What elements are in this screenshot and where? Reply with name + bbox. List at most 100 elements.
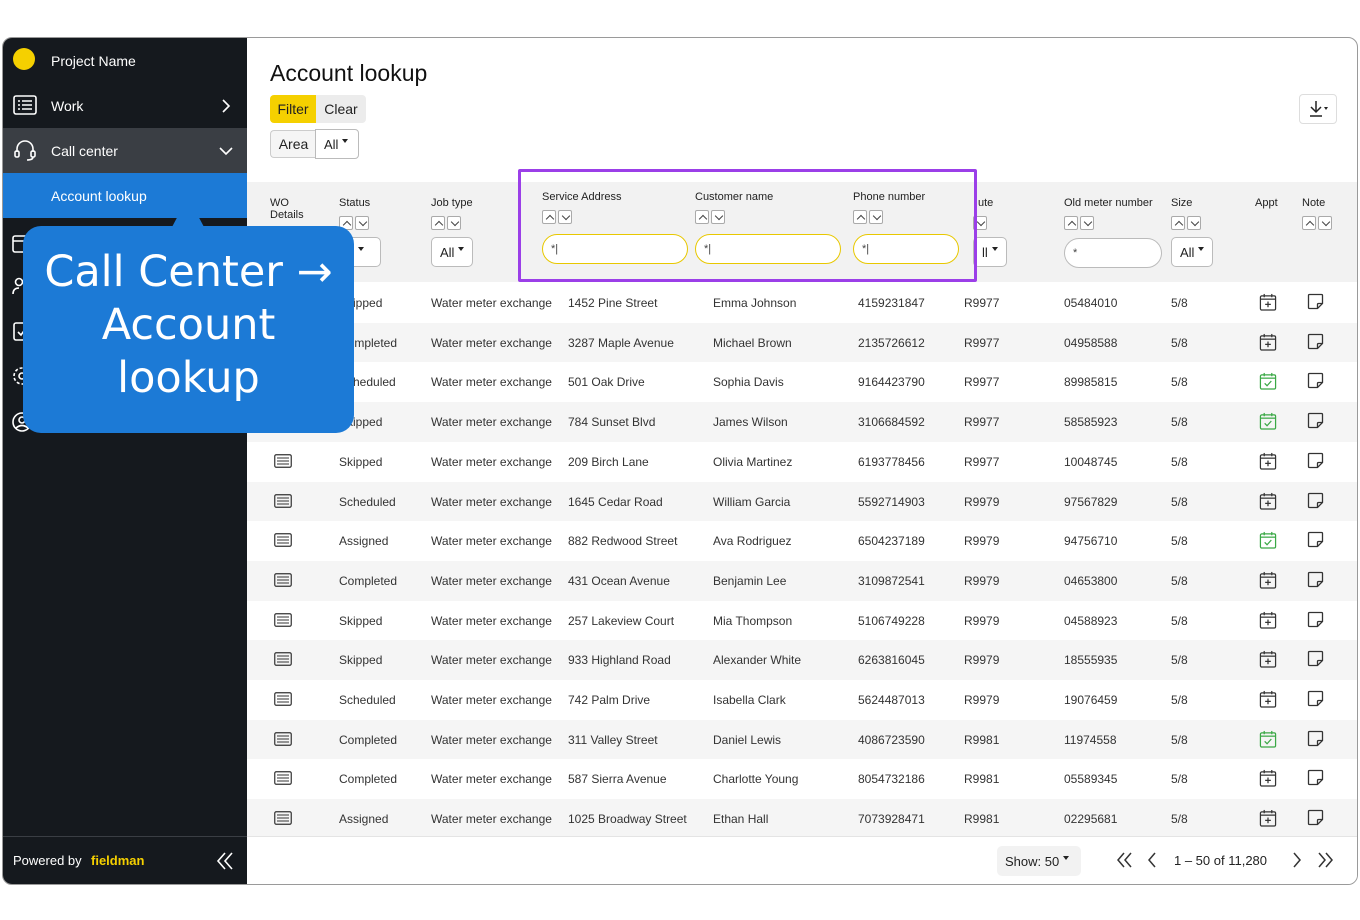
- cell-phone: 6504237189: [858, 534, 925, 549]
- meter-filter-input[interactable]: *: [1064, 238, 1162, 268]
- wo-details-icon[interactable]: [274, 612, 292, 627]
- phone-filter-input[interactable]: *|: [853, 234, 959, 264]
- sidebar-item-call-center[interactable]: Call center: [3, 128, 247, 173]
- note-icon[interactable]: [1307, 372, 1324, 389]
- address-sort[interactable]: [542, 210, 572, 224]
- first-page-icon[interactable]: [1116, 852, 1134, 868]
- note-sort[interactable]: [1302, 216, 1332, 230]
- route-sort[interactable]: [973, 216, 987, 230]
- download-icon: [1310, 101, 1328, 117]
- callout-pointer: [172, 197, 204, 227]
- wo-details-icon[interactable]: [274, 652, 292, 667]
- note-icon[interactable]: [1307, 531, 1324, 548]
- cell-job-type: Water meter exchange: [431, 296, 552, 310]
- col-job-type: Job type: [431, 197, 473, 209]
- add-appointment-icon[interactable]: [1259, 571, 1277, 589]
- note-icon[interactable]: [1307, 452, 1324, 469]
- appointment-scheduled-icon[interactable]: [1259, 412, 1277, 430]
- cell-route: R9979: [964, 573, 1000, 588]
- note-icon[interactable]: [1307, 611, 1324, 628]
- cell-size: 5/8: [1171, 693, 1188, 707]
- collapse-sidebar-icon[interactable]: [215, 851, 235, 871]
- prev-page-icon[interactable]: [1146, 852, 1158, 868]
- cell-customer-name: Mia Thompson: [713, 613, 793, 628]
- note-icon[interactable]: [1307, 650, 1324, 667]
- add-appointment-icon[interactable]: [1259, 452, 1277, 470]
- clear-button[interactable]: Clear: [316, 95, 366, 123]
- note-icon[interactable]: [1307, 571, 1324, 588]
- note-icon[interactable]: [1307, 809, 1324, 826]
- table-row[interactable]: Skipped Water meter exchange 1452 Pine Str…: [247, 283, 1357, 323]
- wo-details-icon[interactable]: [274, 493, 292, 508]
- next-page-icon[interactable]: [1291, 852, 1303, 868]
- cell-old-meter: 04588923: [1064, 613, 1118, 628]
- appointment-scheduled-icon[interactable]: [1259, 372, 1277, 391]
- add-appointment-icon[interactable]: [1259, 293, 1277, 311]
- address-filter-input[interactable]: *|: [542, 234, 688, 264]
- wo-details-icon[interactable]: [274, 771, 292, 786]
- phone-sort[interactable]: [853, 210, 883, 224]
- note-icon[interactable]: [1307, 412, 1324, 429]
- table-row[interactable]: Skipped Water meter exchange 784 Sunset Bl…: [247, 402, 1357, 442]
- cell-route: R9977: [964, 415, 1000, 430]
- appointment-scheduled-icon[interactable]: [1259, 531, 1277, 549]
- sidebar-project[interactable]: Project Name: [3, 38, 247, 83]
- cell-size: 5/8: [1171, 296, 1188, 310]
- cell-job-type: Water meter exchange: [431, 693, 552, 707]
- table-row[interactable]: Skipped Water meter exchange 209 Birch Lan…: [247, 442, 1357, 482]
- table-row[interactable]: Scheduled Water meter exchange 1645 Cedar …: [247, 481, 1357, 522]
- table-row[interactable]: Scheduled Water meter exchange 742 Palm Dr…: [247, 680, 1357, 720]
- add-appointment-icon[interactable]: [1259, 809, 1277, 827]
- appointment-scheduled-icon[interactable]: [1259, 730, 1277, 748]
- size-sort[interactable]: [1171, 216, 1201, 230]
- table-row[interactable]: Skipped Water meter exchange 257 Lakeview …: [247, 601, 1357, 641]
- note-icon[interactable]: [1307, 769, 1324, 786]
- area-select[interactable]: All: [315, 129, 359, 159]
- download-button[interactable]: [1299, 94, 1337, 124]
- table-row[interactable]: Scheduled Water meter exchange 501 Oak Dri…: [247, 362, 1357, 402]
- filter-button[interactable]: Filter: [270, 95, 316, 123]
- wo-details-icon[interactable]: [274, 731, 292, 746]
- wo-details-icon[interactable]: [274, 811, 292, 825]
- job-type-select[interactable]: All: [431, 237, 473, 267]
- add-appointment-icon[interactable]: [1259, 690, 1277, 708]
- last-page-icon[interactable]: [1316, 852, 1334, 868]
- table-row[interactable]: Assigned Water meter exchange 882 Redwood …: [247, 521, 1357, 561]
- job-type-sort[interactable]: [431, 216, 461, 230]
- table-row[interactable]: Completed Water meter exchange 3287 Maple …: [247, 322, 1357, 363]
- size-select[interactable]: All: [1171, 237, 1213, 267]
- note-icon[interactable]: [1307, 492, 1324, 509]
- sidebar-item-label: Call center: [51, 142, 118, 159]
- note-icon[interactable]: [1307, 293, 1324, 310]
- table-row[interactable]: Assigned Water meter exchange 1025 Broadwa…: [247, 799, 1357, 839]
- add-appointment-icon[interactable]: [1259, 650, 1277, 668]
- sidebar-item-account-lookup[interactable]: Account lookup: [3, 173, 247, 218]
- customer-filter-input[interactable]: *|: [695, 234, 841, 264]
- add-appointment-icon[interactable]: [1259, 769, 1277, 788]
- note-icon[interactable]: [1307, 690, 1324, 707]
- table-row[interactable]: Completed Water meter exchange 587 Sierra …: [247, 759, 1357, 799]
- note-icon[interactable]: [1307, 730, 1324, 747]
- add-appointment-icon[interactable]: [1259, 611, 1277, 629]
- col-appt: Appt: [1255, 197, 1278, 209]
- cell-customer-name: Charlotte Young: [713, 772, 799, 787]
- cell-job-type: Water meter exchange: [431, 613, 552, 628]
- table-row[interactable]: Skipped Water meter exchange 933 Highland …: [247, 640, 1357, 680]
- table-row[interactable]: Completed Water meter exchange 311 Valley …: [247, 719, 1357, 760]
- note-icon[interactable]: [1307, 333, 1324, 350]
- meter-sort[interactable]: [1064, 216, 1094, 230]
- page-size-select[interactable]: Show: 50: [997, 846, 1081, 876]
- cell-size: 5/8: [1171, 812, 1188, 827]
- sidebar-item-work[interactable]: Work: [3, 83, 247, 128]
- wo-details-icon[interactable]: [274, 453, 292, 468]
- cell-phone: 5624487013: [858, 693, 925, 707]
- wo-details-icon[interactable]: [274, 533, 292, 548]
- project-logo-icon: [13, 48, 35, 70]
- add-appointment-icon[interactable]: [1259, 333, 1277, 351]
- wo-details-icon[interactable]: [274, 573, 292, 587]
- route-select[interactable]: ll: [973, 237, 1007, 267]
- wo-details-icon[interactable]: [274, 692, 292, 706]
- add-appointment-icon[interactable]: [1259, 492, 1277, 510]
- table-row[interactable]: Completed Water meter exchange 431 Ocean A…: [247, 560, 1357, 601]
- customer-sort[interactable]: [695, 210, 725, 224]
